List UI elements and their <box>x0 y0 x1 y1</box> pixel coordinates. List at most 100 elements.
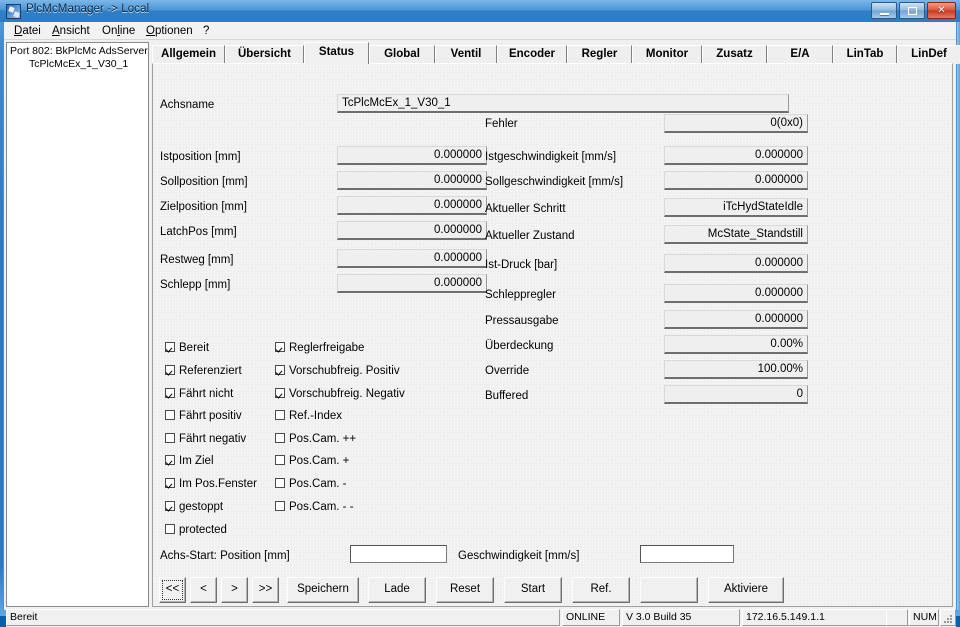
tree-item-axis[interactable]: TcPlcMcEx_1_V30_1 <box>29 58 128 71</box>
statusbar-caps <box>886 609 908 626</box>
menu-item-datei[interactable]: Datei <box>10 24 45 38</box>
value-fehler[interactable]: 0(0x0) <box>664 114 808 133</box>
tab-zusatz[interactable]: Zusatz <box>702 45 767 64</box>
title-bar[interactable]: PlcMcManager -> Local ✕ <box>0 0 960 22</box>
minimize-button[interactable] <box>871 2 897 19</box>
value-sollgeschwindigkeit[interactable]: 0.000000 <box>664 171 808 190</box>
checkbox-vorschubfreig-negativ[interactable]: Vorschubfreig. Negativ <box>275 387 405 400</box>
value-zielposition[interactable]: 0.000000 <box>337 196 487 215</box>
value-override[interactable]: 100.00% <box>664 360 808 379</box>
tab-lintab[interactable]: LinTab <box>833 45 897 64</box>
checkbox-protected[interactable]: protected <box>165 523 227 536</box>
value-aktueller-zustand[interactable]: McState_Standstill <box>664 225 808 244</box>
checkbox-box <box>275 478 285 488</box>
tab-strip: Allgemein Übersicht Status Global Ventil… <box>152 42 960 64</box>
checkbox-pos-cam-plus[interactable]: Pos.Cam. + <box>275 454 349 467</box>
label-sollposition: Sollposition [mm] <box>160 176 248 188</box>
checkbox-box <box>275 342 285 352</box>
tree-item-port[interactable]: Port 802: BkPlcMc AdsServer <box>10 45 148 58</box>
label-pressausgabe: Pressausgabe <box>485 315 559 327</box>
value-schleppregler[interactable]: 0.000000 <box>664 284 808 303</box>
label-latchpos: LatchPos [mm] <box>160 226 237 238</box>
checkbox-referenziert[interactable]: Referenziert <box>165 364 242 377</box>
menu-item-optionen[interactable]: Optionen <box>142 24 197 38</box>
tab-monitor[interactable]: Monitor <box>632 45 702 64</box>
prev-button[interactable]: < <box>190 577 217 603</box>
next-button[interactable]: > <box>221 577 248 603</box>
value-aktueller-schritt[interactable]: iTcHydStateIdle <box>664 198 808 217</box>
tab-ventil[interactable]: Ventil <box>435 45 497 64</box>
save-button[interactable]: Speichern <box>287 577 359 603</box>
activate-button[interactable]: Aktiviere <box>708 577 784 603</box>
resize-grip-icon[interactable] <box>941 613 955 627</box>
label-schlepp: Schlepp [mm] <box>160 279 231 291</box>
last-button[interactable]: >> <box>252 577 279 603</box>
checkbox-box <box>275 410 285 420</box>
checkbox-vorschubfreig-positiv[interactable]: Vorschubfreig. Positiv <box>275 364 400 377</box>
input-start-position[interactable] <box>350 545 447 563</box>
value-ist-druck[interactable]: 0.000000 <box>664 254 808 273</box>
label-aktueller-schritt: Aktueller Schritt <box>485 203 566 215</box>
start-button[interactable]: Start <box>504 577 562 603</box>
ref-button[interactable]: Ref. <box>572 577 630 603</box>
value-restweg[interactable]: 0.000000 <box>337 249 487 268</box>
status-bar: Bereit ONLINE V 3.0 Build 35 172.16.5.14… <box>6 609 956 627</box>
label-zielposition: Zielposition [mm] <box>160 201 247 213</box>
tab-allgemein[interactable]: Allgemein <box>152 45 225 64</box>
value-latchpos[interactable]: 0.000000 <box>337 221 487 240</box>
value-schlepp[interactable]: 0.000000 <box>337 274 487 293</box>
checkbox-box <box>165 433 175 443</box>
close-icon: ✕ <box>937 5 946 16</box>
checkbox-faehrt-negativ[interactable]: Fährt negativ <box>165 432 246 445</box>
checkbox-gestoppt[interactable]: gestoppt <box>165 500 223 513</box>
tab-ea[interactable]: E/A <box>767 45 833 64</box>
menu-item-online[interactable]: Online <box>98 24 139 38</box>
value-pressausgabe[interactable]: 0.000000 <box>664 310 808 329</box>
tab-uebersicht[interactable]: Übersicht <box>225 45 304 64</box>
checkbox-box <box>165 365 175 375</box>
checkbox-reglerfreigabe[interactable]: Reglerfreigabe <box>275 341 364 354</box>
menu-item-help[interactable]: ? <box>199 24 213 38</box>
checkbox-ref-index[interactable]: Ref.-Index <box>275 409 342 422</box>
checkbox-box <box>165 342 175 352</box>
client-area: Datei Ansicht Online Optionen ? Port 802… <box>3 22 960 627</box>
tab-lindef[interactable]: LinDef <box>897 45 960 64</box>
statusbar-num: NUM <box>909 609 939 626</box>
value-istgeschwindigkeit[interactable]: 0.000000 <box>664 146 808 165</box>
input-start-velocity[interactable] <box>640 545 734 563</box>
checkbox-bereit[interactable]: Bereit <box>165 341 209 354</box>
checkbox-pos-cam-plusplus[interactable]: Pos.Cam. ++ <box>275 432 356 445</box>
label-geschwindigkeit: Geschwindigkeit [mm/s] <box>458 550 580 562</box>
checkbox-im-pos-fenster[interactable]: Im Pos.Fenster <box>165 477 257 490</box>
statusbar-message: Bereit <box>6 609 560 626</box>
value-sollposition[interactable]: 0.000000 <box>337 171 487 190</box>
checkbox-pos-cam-minusminus[interactable]: Pos.Cam. - - <box>275 500 354 513</box>
tab-regler[interactable]: Regler <box>567 45 632 64</box>
menu-item-ansicht[interactable]: Ansicht <box>48 24 94 38</box>
window-title: PlcMcManager -> Local <box>26 3 150 15</box>
first-button[interactable]: << <box>159 577 186 603</box>
blank-button[interactable] <box>640 577 698 603</box>
checkbox-box <box>275 433 285 443</box>
field-achsname[interactable]: TcPlcMcEx_1_V30_1 <box>337 94 789 113</box>
reset-button[interactable]: Reset <box>436 577 494 603</box>
checkbox-box <box>165 478 175 488</box>
device-tree[interactable]: Port 802: BkPlcMc AdsServer TcPlcMcEx_1_… <box>6 42 149 607</box>
maximize-icon <box>908 7 917 15</box>
tab-status[interactable]: Status <box>304 42 369 64</box>
checkbox-faehrt-nicht[interactable]: Fährt nicht <box>165 387 233 400</box>
status-tab-panel: Achsname TcPlcMcEx_1_V30_1 Istposition [… <box>152 63 953 607</box>
checkbox-im-ziel[interactable]: Im Ziel <box>165 454 214 467</box>
label-override: Override <box>485 365 530 377</box>
checkbox-pos-cam-minus[interactable]: Pos.Cam. - <box>275 477 347 490</box>
close-button[interactable]: ✕ <box>927 2 956 19</box>
tab-global[interactable]: Global <box>369 45 435 64</box>
checkbox-faehrt-positiv[interactable]: Fährt positiv <box>165 409 242 422</box>
tab-encoder[interactable]: Encoder <box>497 45 567 64</box>
maximize-button[interactable] <box>899 2 925 19</box>
value-ueberdeckung[interactable]: 0.00% <box>664 335 808 354</box>
load-button[interactable]: Lade <box>368 577 426 603</box>
value-istposition[interactable]: 0.000000 <box>337 146 487 165</box>
value-buffered[interactable]: 0 <box>664 385 808 404</box>
statusbar-version: V 3.0 Build 35 <box>622 609 740 626</box>
